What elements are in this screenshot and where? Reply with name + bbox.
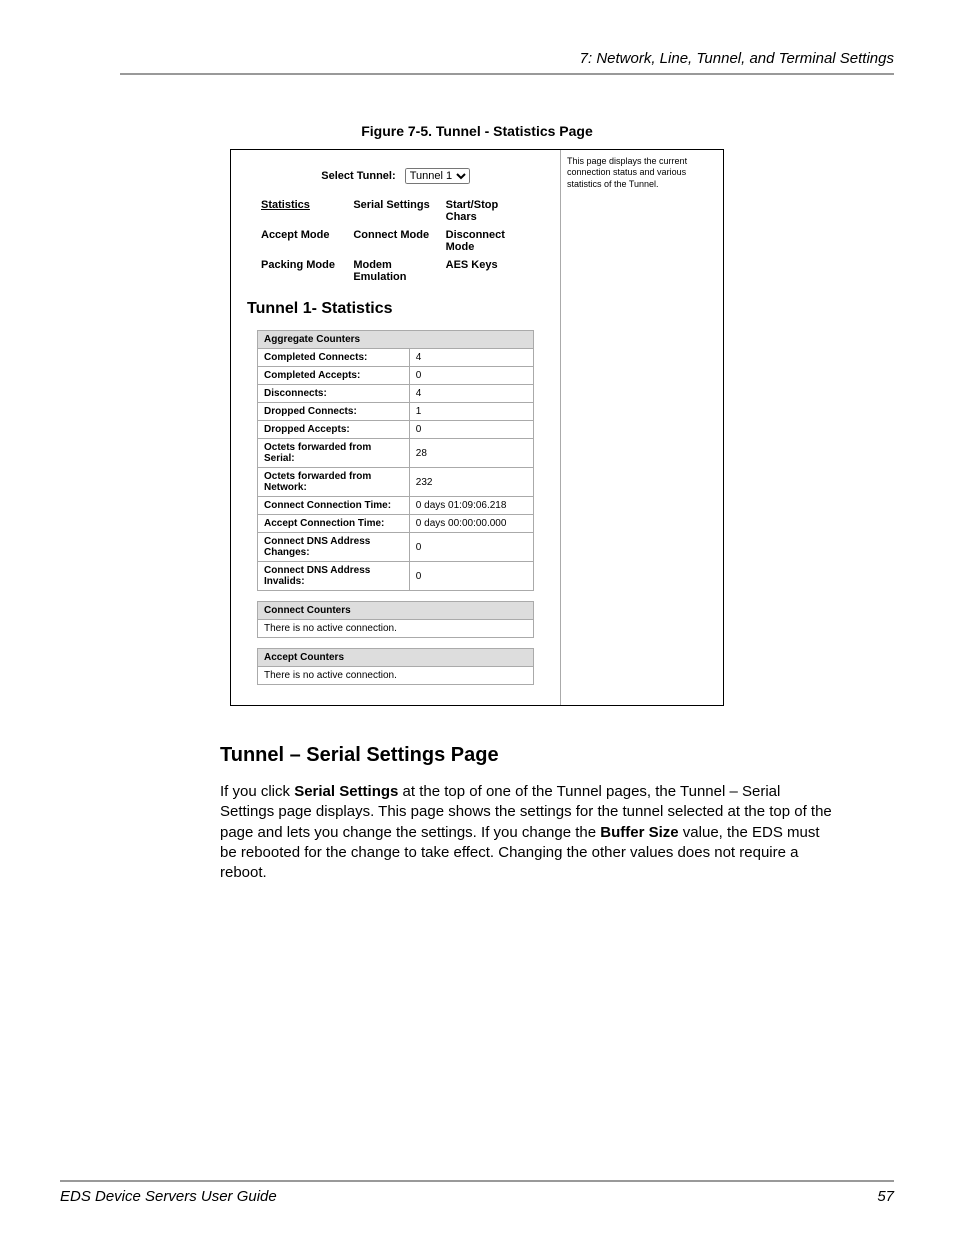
accept-counters-table: Accept Counters There is no active conne…: [257, 648, 534, 685]
page-footer: EDS Device Servers User Guide 57: [60, 1180, 894, 1205]
tab-bar: Statistics Serial Settings Start/Stop Ch…: [257, 196, 534, 286]
table-row: Disconnects:4: [258, 385, 534, 403]
tab-serial-settings[interactable]: Serial Settings: [349, 196, 441, 226]
table-row: Connect DNS Address Invalids:0: [258, 562, 534, 591]
select-tunnel-row: Select Tunnel: Tunnel 1: [241, 168, 550, 184]
panel-heading: Tunnel 1- Statistics: [247, 300, 550, 318]
table-row: Completed Accepts:0: [258, 367, 534, 385]
select-tunnel-dropdown[interactable]: Tunnel 1: [405, 168, 470, 184]
select-tunnel-label: Select Tunnel:: [321, 170, 395, 182]
table-row: Completed Connects:4: [258, 349, 534, 367]
chapter-header: 7: Network, Line, Tunnel, and Terminal S…: [120, 50, 894, 75]
table-row: Accept Connection Time:0 days 00:00:00.0…: [258, 515, 534, 533]
connect-counters-title: Connect Counters: [258, 602, 534, 620]
tab-accept-mode[interactable]: Accept Mode: [257, 226, 349, 256]
table-row: Octets forwarded from Network:232: [258, 468, 534, 497]
footer-title: EDS Device Servers User Guide: [60, 1188, 277, 1205]
table-row: Dropped Accepts:0: [258, 421, 534, 439]
figure-caption: Figure 7-5. Tunnel - Statistics Page: [60, 123, 894, 139]
figure-screenshot: Select Tunnel: Tunnel 1 Statistics Seria…: [230, 149, 724, 706]
table-row: Dropped Connects:1: [258, 403, 534, 421]
aggregate-title: Aggregate Counters: [258, 331, 534, 349]
table-row: Connect DNS Address Changes:0: [258, 533, 534, 562]
page-number: 57: [877, 1188, 894, 1205]
accept-counters-msg: There is no active connection.: [258, 667, 534, 685]
connect-counters-table: Connect Counters There is no active conn…: [257, 601, 534, 638]
tab-start-stop-chars[interactable]: Start/Stop Chars: [442, 196, 534, 226]
tab-aes-keys[interactable]: AES Keys: [442, 256, 534, 286]
aggregate-counters-table: Aggregate Counters Completed Connects:4 …: [257, 330, 534, 591]
accept-counters-title: Accept Counters: [258, 649, 534, 667]
tab-connect-mode[interactable]: Connect Mode: [349, 226, 441, 256]
connect-counters-msg: There is no active connection.: [258, 620, 534, 638]
tab-modem-emulation[interactable]: Modem Emulation: [349, 256, 441, 286]
tab-packing-mode[interactable]: Packing Mode: [257, 256, 349, 286]
tab-statistics[interactable]: Statistics: [257, 196, 349, 226]
help-sidebar: This page displays the current connectio…: [560, 150, 723, 705]
body-heading: Tunnel – Serial Settings Page: [220, 744, 894, 767]
table-row: Octets forwarded from Serial:28: [258, 439, 534, 468]
table-row: Connect Connection Time:0 days 01:09:06.…: [258, 497, 534, 515]
body-paragraph: If you click Serial Settings at the top …: [220, 782, 834, 883]
tab-disconnect-mode[interactable]: Disconnect Mode: [442, 226, 534, 256]
